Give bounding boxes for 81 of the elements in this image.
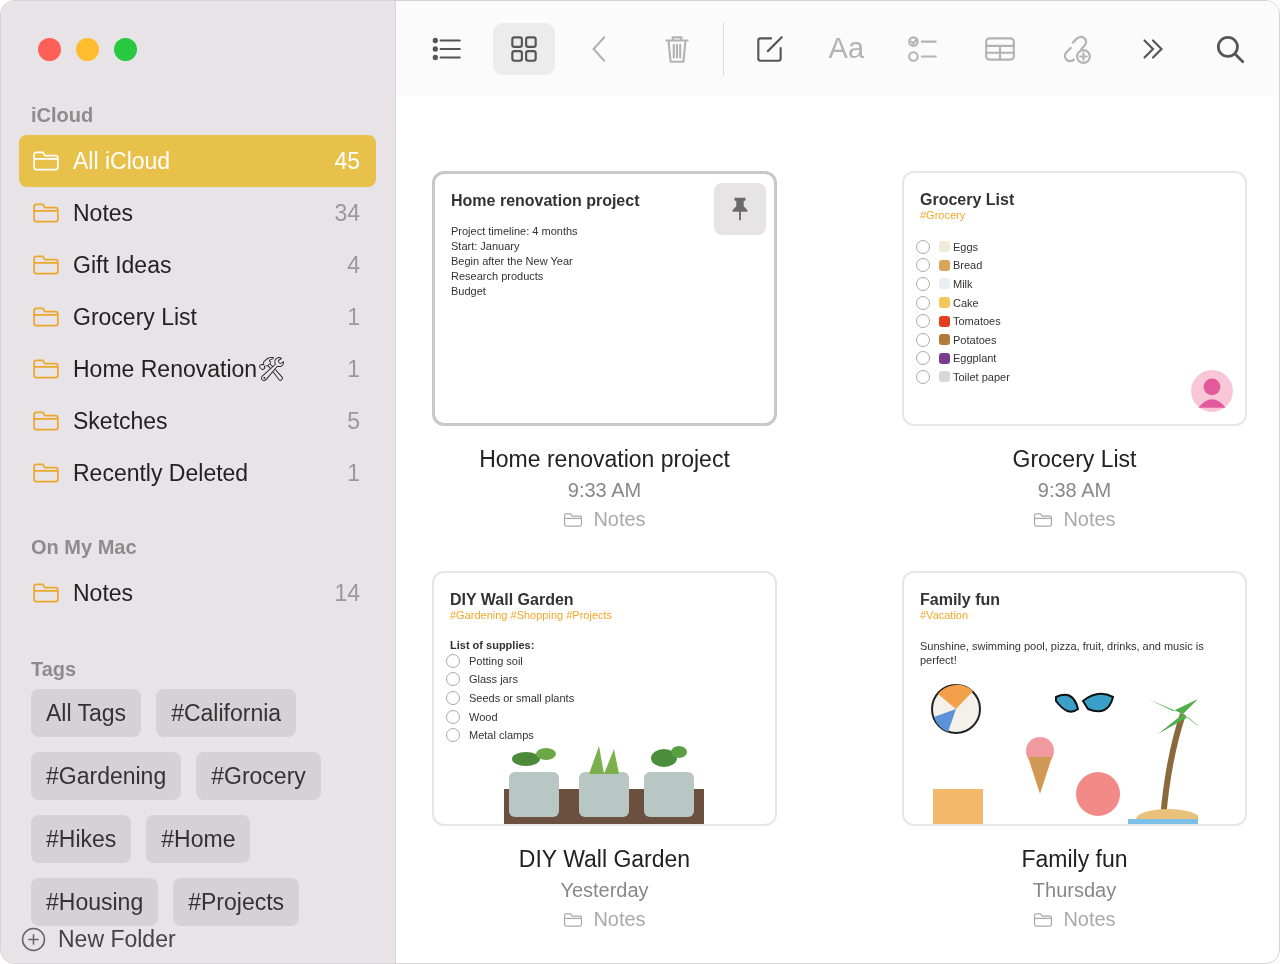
folder-item[interactable]: Gift Ideas 4 [19,239,376,291]
note-title: Grocery List [1012,446,1137,473]
folder-item[interactable]: Notes 34 [19,187,376,239]
note-time: Thursday [1032,879,1117,902]
checklist-item: Seeds or small plants [469,692,575,704]
folder-name: Notes [593,508,646,531]
folder-item[interactable]: Recently Deleted 1 [19,447,376,499]
note-time: 9:33 AM [567,479,642,502]
minimize-button[interactable] [76,38,99,61]
note-title: Home renovation project [479,446,730,473]
note-card[interactable]: DIY Wall Garden #Gardening #Shopping #Projects List of supplies: Potting soil Glass jars Seeds or small plants Wood Metal clamps [432,571,777,826]
section-title: iCloud [30,103,95,128]
note-preview-title: Grocery List [920,191,1015,209]
section-title: Tags [30,657,78,682]
tag-button[interactable]: #Gardening [31,752,182,800]
checklist-item: Potatoes [953,333,997,346]
folder-icon [32,306,60,328]
folder-icon [32,582,60,604]
tag-button[interactable]: #Grocery [196,752,321,800]
folder-name: Notes [1063,908,1116,931]
folder-item[interactable]: Home Renovation🛠 1 [19,343,376,395]
folder-name: Notes [593,908,646,931]
folder-icon [32,410,60,432]
section-title: On My Mac [30,535,138,560]
pin-icon [730,196,750,222]
note-card[interactable]: Grocery List #Grocery Eggs Bread Milk Cake Tomatoes Potatoes Eggplant Toilet paper [902,171,1247,426]
note-text: Research products [451,269,545,283]
folder-icon [32,202,60,224]
note-text: Sunshine, swimming pool, pizza, fruit, drinks, and music is perfect! [920,639,1205,667]
folder-icon [1033,911,1054,928]
checklist-item: Potting soil [469,654,523,667]
close-button[interactable] [38,38,61,61]
folder-icon [563,911,584,928]
zoom-button[interactable] [114,38,137,61]
checklist-item: Toilet paper [953,370,1010,383]
folder-icon [32,254,60,276]
folder-item[interactable]: Sketches 5 [19,395,376,447]
folder-name: Notes [1063,508,1116,531]
note-preview-title: DIY Wall Garden [450,591,574,609]
tag-button[interactable]: #Home [146,815,251,863]
checklist-item: Eggplant [953,352,997,365]
note-time: Yesterday [560,879,649,902]
note-time: 9:38 AM [1037,479,1112,502]
checklist-item: Milk [953,278,973,290]
note-title: DIY Wall Garden [518,846,691,873]
note-preview-title: Home renovation project [451,192,640,210]
note-text: Budget [451,284,487,298]
note-tags: #Grocery [920,209,966,221]
checklist-item: Eggs [953,240,979,253]
checklist-item: Bread [953,259,983,272]
folder-icon [563,511,584,528]
checklist-item: Wood [469,710,498,723]
tag-button[interactable]: #Projects [173,878,300,926]
checklist-item: Cake [953,296,979,309]
checklist-item: Tomatoes [953,315,1001,328]
tag-button[interactable]: #Housing [31,878,159,926]
folder-item[interactable]: Grocery List 1 [19,291,376,343]
gallery-view-button[interactable] [492,22,555,75]
tag-button[interactable]: #California [156,689,297,737]
note-card[interactable]: Home renovation project Project timeline: 4 months Start: January Begin after the New Year Research products Budget [432,171,777,426]
new-folder-button[interactable]: New Folder [19,926,176,953]
note-tags: #Vacation [920,609,969,621]
folder-icon [32,462,60,484]
folder-icon [32,358,60,380]
note-heading: List of supplies: [450,639,535,651]
plus-circle-icon [21,927,46,952]
note-text: Begin after the New Year [451,254,574,268]
checklist-item: Metal clamps [469,729,534,742]
note-text: Start: January [451,239,521,253]
pin-button[interactable] [714,183,766,235]
folder-item[interactable]: Notes 14 [19,567,376,619]
note-tags: #Gardening #Shopping #Projects [450,609,613,621]
note-preview-title: Family fun [920,591,1000,609]
note-card[interactable]: Family fun #Vacation Sunshine, swimming pool, pizza, fruit, drinks, and music is perfect! [902,571,1247,826]
note-text: Project timeline: 4 months [451,224,578,238]
folder-icon [32,150,60,172]
note-title: Family fun [1021,846,1128,873]
tag-button[interactable]: #Hikes [31,815,132,863]
folder-icon [1033,511,1054,528]
tag-button[interactable]: All Tags [31,689,142,737]
checklist-item: Glass jars [469,673,518,686]
